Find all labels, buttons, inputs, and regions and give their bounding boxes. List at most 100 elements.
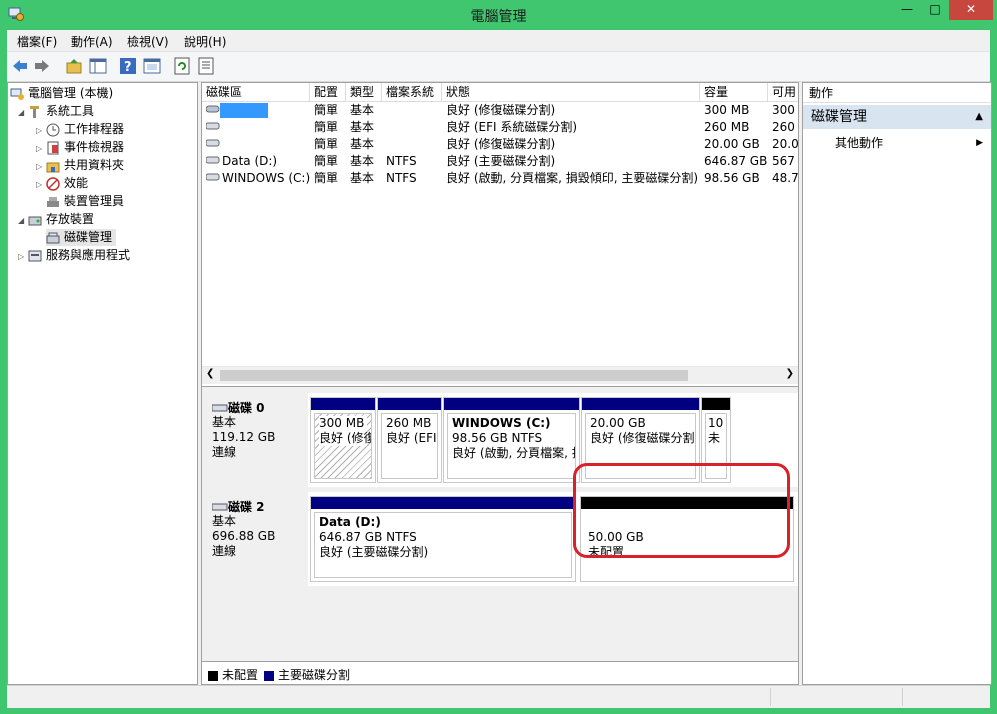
refresh-icon[interactable] (173, 57, 191, 75)
tree-item-system-tools[interactable]: ◢ 系統工具 (18, 103, 94, 120)
capacity-cell: 300 MB (704, 103, 750, 117)
clock-icon (46, 123, 60, 137)
collapsed-arrow-icon[interactable]: ▷ (36, 122, 46, 139)
column-header-filesystem[interactable]: 檔案系統 (382, 83, 442, 101)
partition-bar-primary (378, 398, 441, 410)
status-bar (7, 685, 990, 708)
volume-row[interactable]: WINDOWS (C:) 簡單 基本 NTFS 良好 (啟動, 分頁檔案, 損毀… (202, 170, 798, 187)
volume-row[interactable]: 簡單 基本 良好 (修復磁碟分割) 20.00 GB 20.0 (202, 136, 798, 153)
tree-item-disk-management[interactable]: 磁碟管理 (46, 229, 117, 246)
maximize-button[interactable]: □ (921, 0, 949, 20)
unallocated-partition-block[interactable]: 50.00 GB 未配置 (580, 496, 794, 582)
volume-row[interactable]: 簡單 基本 良好 (修復磁碟分割) 300 MB 300 (202, 102, 798, 119)
filesystem-cell: NTFS (386, 171, 417, 185)
status-cell (772, 688, 903, 706)
selected-volume-name (220, 103, 268, 118)
expanded-arrow-icon[interactable]: ◢ (18, 104, 28, 121)
column-header-free[interactable]: 可用 (768, 83, 798, 101)
forward-icon[interactable] (33, 57, 51, 75)
partition-block[interactable]: Data (D:) 646.87 GB NTFS 良好 (主要磁碟分割) (310, 496, 576, 582)
collapsed-arrow-icon[interactable]: ▷ (18, 248, 28, 265)
minimize-button[interactable]: — (893, 0, 921, 20)
help-icon[interactable]: ? (119, 57, 137, 75)
layout-cell: 簡單 (314, 137, 339, 151)
partition-block[interactable]: 300 MB 良好 (修復 (310, 397, 376, 483)
status-cell: 良好 (EFI 系統磁碟分割) (446, 120, 578, 134)
partition-block[interactable]: 260 MB 良好 (EFI (377, 397, 442, 483)
tree-item-task-scheduler[interactable]: ▷ 工作排程器 (36, 121, 124, 138)
disk0-label[interactable]: 磁碟 0 基本 119.12 GB 連線 (202, 393, 308, 487)
partition-block[interactable]: 10 未 (701, 397, 731, 483)
tree-item-event-viewer[interactable]: ▷ 事件檢視器 (36, 139, 124, 156)
menu-action[interactable]: 動作(A) (71, 33, 113, 50)
menu-file[interactable]: 檔案(F) (17, 33, 57, 50)
properties-icon[interactable] (143, 57, 161, 75)
actions-pane: 動作 磁碟管理 ▲ 其他動作 ▶ (802, 82, 992, 685)
column-header-capacity[interactable]: 容量 (700, 83, 768, 101)
disk2-label[interactable]: 磁碟 2 基本 696.88 GB 連線 (202, 492, 308, 586)
more-actions-item[interactable]: 其他動作 ▶ (803, 133, 991, 153)
disk0-info: 基本 119.12 GB 連線 (212, 415, 275, 460)
disk-name: 磁碟 2 (228, 500, 265, 514)
collapse-up-icon[interactable]: ▲ (975, 105, 983, 129)
type-cell: 基本 (350, 137, 375, 151)
tree-item-services-apps[interactable]: ▷ 服務與應用程式 (18, 247, 130, 264)
disk-type: 基本 (212, 415, 237, 429)
up-folder-icon[interactable] (65, 57, 83, 75)
capacity-cell: 646.87 GB (704, 154, 768, 168)
title-bar[interactable]: 電腦管理 — □ ✕ (0, 0, 997, 30)
tree-item-root[interactable]: 電腦管理 (本機) (10, 85, 113, 102)
window-frame: 電腦管理 — □ ✕ 檔案(F) 動作(A) 檢視(V) 說明(H) ? 電腦管… (0, 0, 997, 714)
show-hide-tree-icon[interactable] (89, 57, 107, 75)
type-cell: 基本 (350, 120, 375, 134)
menu-view[interactable]: 檢視(V) (127, 33, 169, 50)
collapsed-arrow-icon[interactable]: ▷ (36, 158, 46, 175)
disk2-title: 磁碟 2 (211, 498, 265, 515)
back-icon[interactable] (11, 57, 29, 75)
toolbar: ? (7, 51, 990, 82)
tree-item-performance[interactable]: ▷ 效能 (36, 175, 88, 192)
horizontal-scrollbar[interactable]: ❮ ❯ (202, 366, 798, 384)
close-button[interactable]: ✕ (949, 0, 993, 20)
scroll-right-icon[interactable]: ❯ (786, 368, 794, 379)
volume-cell: WINDOWS (C:) (202, 170, 310, 187)
disk-size: 696.88 GB (212, 529, 276, 543)
type-cell: 基本 (350, 103, 375, 117)
disk-icon (211, 501, 228, 515)
disk-state: 連線 (212, 445, 237, 459)
disk-size: 119.12 GB (212, 430, 276, 444)
disk-type: 基本 (212, 514, 237, 528)
partition-bar-unallocated (702, 398, 730, 410)
partition-status: 未 (708, 431, 721, 445)
free-cell: 300 (772, 103, 795, 117)
actions-section-disk-management[interactable]: 磁碟管理 ▲ (803, 105, 991, 129)
partition-status: 良好 (修復磁碟分割 (590, 431, 695, 445)
volume-row[interactable]: Data (D:) 簡單 基本 NTFS 良好 (主要磁碟分割) 646.87 … (202, 153, 798, 170)
partition-body: 50.00 GB 未配置 (584, 512, 790, 578)
export-icon[interactable] (197, 57, 215, 75)
partition-block[interactable]: 20.00 GB 良好 (修復磁碟分割 (581, 397, 700, 483)
status-cell: 良好 (啟動, 分頁檔案, 損毀傾印, 主要磁碟分割) (446, 171, 699, 185)
collapsed-arrow-icon[interactable]: ▷ (36, 176, 46, 193)
partition-block[interactable]: WINDOWS (C:) 98.56 GB NTFS 良好 (啟動, 分頁檔案,… (443, 397, 580, 483)
partition-status: 良好 (EFI (386, 431, 437, 445)
tree-item-device-manager[interactable]: 裝置管理員 (46, 193, 124, 210)
tree-item-storage[interactable]: ◢ 存放裝置 (18, 211, 94, 228)
column-header-layout[interactable]: 配置 (310, 83, 346, 101)
column-header-status[interactable]: 狀態 (442, 83, 700, 101)
scrollbar-thumb[interactable] (220, 370, 688, 381)
expanded-arrow-icon[interactable]: ◢ (18, 212, 28, 229)
partition-bar-primary (444, 398, 579, 410)
column-header-volume[interactable]: 磁碟區 (202, 83, 310, 101)
disk-name: 磁碟 0 (228, 401, 265, 415)
partition-size: 20.00 GB (590, 416, 646, 430)
tree-item-shared-folders[interactable]: ▷ 共用資料夾 (36, 157, 124, 174)
menu-help[interactable]: 說明(H) (184, 33, 226, 50)
partition-body: 300 MB 良好 (修復 (314, 413, 372, 479)
volume-row[interactable]: 簡單 基本 良好 (EFI 系統磁碟分割) 260 MB 260 (202, 119, 798, 136)
column-header-type[interactable]: 類型 (346, 83, 382, 101)
partition-body: Data (D:) 646.87 GB NTFS 良好 (主要磁碟分割) (314, 512, 572, 578)
scroll-left-icon[interactable]: ❮ (206, 368, 214, 379)
layout-cell: 簡單 (314, 120, 339, 134)
collapsed-arrow-icon[interactable]: ▷ (36, 140, 46, 157)
